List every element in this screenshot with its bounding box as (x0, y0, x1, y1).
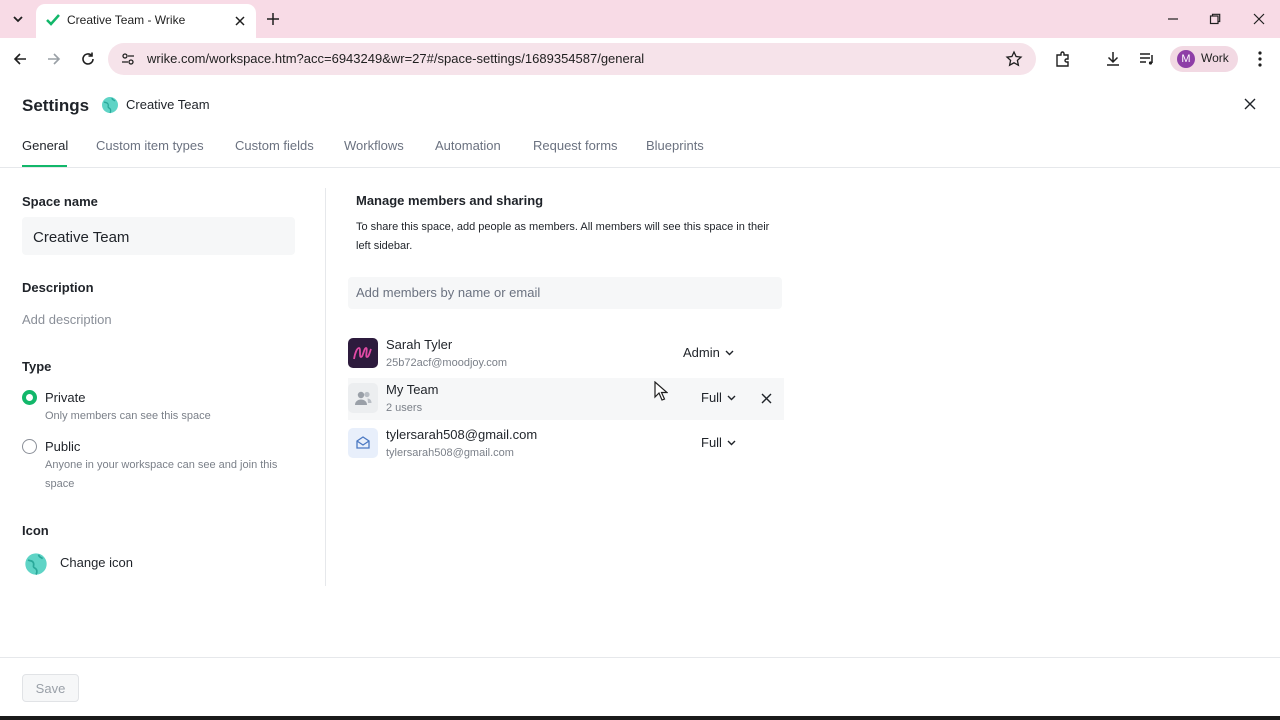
member-name: Sarah Tyler (386, 337, 453, 352)
address-bar[interactable]: wrike.com/workspace.htm?acc=6943249&wr=2… (108, 43, 1036, 75)
close-window-icon[interactable] (1250, 10, 1268, 28)
browser-menu-kebab-icon[interactable] (1250, 49, 1270, 69)
change-icon-link[interactable]: Change icon (60, 555, 133, 570)
role-dropdown[interactable]: Admin (683, 345, 734, 360)
member-row: My Team 2 users Full (348, 378, 784, 420)
profile-label: Work (1201, 51, 1229, 65)
site-info-tune-icon[interactable] (120, 51, 136, 67)
active-tab-indicator (22, 165, 67, 167)
minimize-window-icon[interactable] (1164, 10, 1182, 28)
tab-custom-fields[interactable]: Custom fields (235, 138, 314, 153)
space-settings-panel: Settings Creative Team General Custom it… (0, 80, 1280, 720)
column-divider (325, 188, 326, 586)
private-label[interactable]: Private (45, 390, 85, 405)
mouse-pointer-icon (654, 381, 668, 401)
role-label: Full (701, 435, 722, 450)
wrike-checkmark-icon (46, 14, 60, 26)
space-name-label: Space name (22, 194, 98, 209)
tab-search-chevron-icon[interactable] (8, 9, 28, 29)
member-row: Sarah Tyler 25b72acf@moodjoy.com Admin (348, 333, 784, 375)
chevron-down-icon (727, 440, 736, 445)
profile-avatar: M (1177, 50, 1195, 68)
save-button[interactable]: Save (22, 674, 79, 702)
email-invite-icon (348, 428, 378, 458)
close-tab-icon[interactable] (232, 13, 248, 29)
browser-tab-active[interactable]: Creative Team - Wrike (36, 4, 256, 38)
sharing-title: Manage members and sharing (356, 193, 544, 208)
sharing-description: To share this space, add people as membe… (356, 221, 770, 252)
settings-footer: Save (0, 657, 1280, 720)
space-globe-icon[interactable] (24, 552, 48, 576)
description-label: Description (22, 280, 94, 295)
page-title: Settings (22, 96, 90, 115)
public-radio[interactable] (22, 439, 37, 454)
space-globe-icon (102, 97, 118, 114)
role-dropdown[interactable]: Full (701, 390, 736, 405)
reload-icon[interactable] (78, 49, 98, 69)
type-label: Type (22, 359, 52, 374)
space-name-input[interactable]: Creative Team (22, 217, 295, 255)
role-label: Admin (683, 345, 720, 360)
tab-blueprints[interactable]: Blueprints (646, 138, 704, 153)
role-label: Full (701, 390, 722, 405)
description-input[interactable]: Add description (22, 312, 112, 327)
back-arrow-icon[interactable] (10, 49, 30, 69)
public-help-text: Anyone in your workspace can see and joi… (45, 459, 278, 490)
member-email: 25b72acf@moodjoy.com (386, 357, 508, 369)
bookmark-star-icon[interactable] (1005, 50, 1023, 68)
settings-tabs: General Custom item types Custom fields … (0, 138, 1280, 168)
add-members-input[interactable]: Add members by name or email (348, 277, 782, 309)
screen-bottom-edge (0, 716, 1280, 720)
tab-request-forms[interactable]: Request forms (533, 138, 618, 153)
icon-label: Icon (22, 523, 49, 538)
downloads-icon[interactable] (1103, 49, 1123, 69)
tab-custom-item-types[interactable]: Custom item types (96, 138, 204, 153)
tab-workflows[interactable]: Workflows (344, 138, 404, 153)
tab-title: Creative Team - Wrike (67, 13, 186, 27)
extensions-puzzle-icon[interactable] (1053, 49, 1073, 69)
forward-arrow-icon[interactable] (44, 49, 64, 69)
new-tab-plus-icon[interactable] (264, 10, 282, 28)
tab-general[interactable]: General (22, 138, 68, 153)
moodjoy-logo-avatar (348, 338, 378, 368)
browser-tab-strip: Creative Team - Wrike (0, 0, 1280, 38)
private-help-text: Only members can see this space (45, 410, 211, 422)
member-email: tylersarah508@gmail.com (386, 447, 514, 459)
url-text: wrike.com/workspace.htm?acc=6943249&wr=2… (147, 51, 645, 66)
member-name: My Team (386, 382, 439, 397)
public-label[interactable]: Public (45, 439, 80, 454)
tab-automation[interactable]: Automation (435, 138, 501, 153)
media-queue-icon[interactable] (1137, 49, 1157, 69)
member-user-count: 2 users (386, 402, 423, 414)
role-dropdown[interactable]: Full (701, 435, 736, 450)
chevron-down-icon (725, 350, 734, 355)
remove-member-icon[interactable] (758, 390, 774, 406)
member-name: tylersarah508@gmail.com (386, 427, 538, 442)
chevron-down-icon (727, 395, 736, 400)
browser-toolbar: wrike.com/workspace.htm?acc=6943249&wr=2… (0, 38, 1280, 80)
restore-window-icon[interactable] (1206, 10, 1224, 28)
header-space-name: Creative Team (126, 97, 210, 112)
team-group-icon (348, 383, 378, 413)
member-row: tylersarah508@gmail.com tylersarah508@gm… (348, 423, 784, 465)
private-radio[interactable] (22, 390, 37, 405)
profile-chip[interactable]: M Work (1170, 46, 1238, 72)
close-settings-icon[interactable] (1240, 94, 1260, 114)
